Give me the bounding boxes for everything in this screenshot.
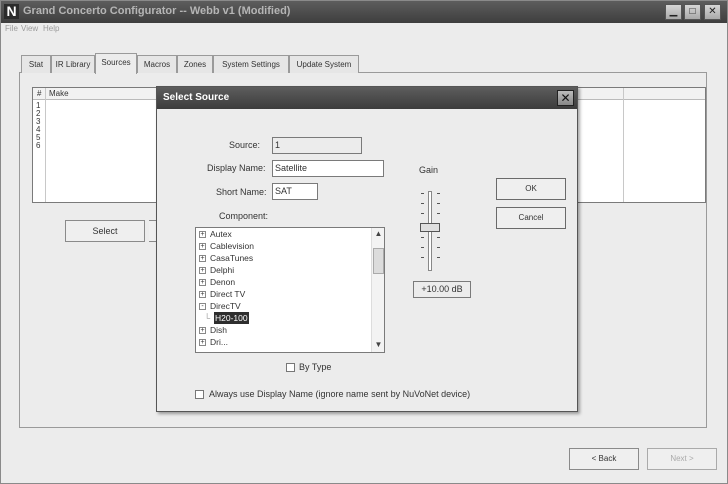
menu-view[interactable]: View [21, 24, 38, 33]
tree-item[interactable]: + Dish [196, 324, 372, 336]
always-use-display-name-checkbox[interactable] [195, 390, 204, 399]
component-label: Component: [219, 211, 269, 221]
tree-item[interactable]: + CasaTunes [196, 252, 372, 264]
close-button[interactable]: ✕ [704, 4, 721, 20]
short-name-label: Short Name: [216, 187, 267, 197]
source-field: 1 [272, 137, 362, 154]
tab-zones[interactable]: Zones [177, 55, 213, 73]
expand-icon[interactable]: + [199, 267, 206, 274]
tree-item-selected[interactable]: └ H20-100 [196, 312, 372, 324]
scroll-up-icon[interactable]: ▲ [373, 229, 384, 239]
expand-icon[interactable]: + [199, 243, 206, 250]
tree-scrollbar[interactable]: ▲ ▼ [371, 228, 384, 352]
next-button[interactable]: Next > [647, 448, 717, 470]
tree-item[interactable]: + Direct TV [196, 288, 372, 300]
expand-icon[interactable]: + [199, 327, 206, 334]
grid-header-make: Make [49, 89, 69, 98]
gain-slider-thumb[interactable] [420, 223, 440, 232]
tree-item-label: H20-100 [214, 312, 249, 324]
expand-icon[interactable]: + [199, 291, 206, 298]
tree-item-label: Autex [210, 229, 232, 239]
collapse-icon[interactable]: - [199, 303, 206, 310]
maximize-button[interactable]: □ [684, 4, 701, 20]
ok-button[interactable]: OK [496, 178, 566, 200]
expand-icon[interactable]: + [199, 279, 206, 286]
expand-icon[interactable]: + [199, 339, 206, 346]
display-name-label: Display Name: [207, 163, 266, 173]
grid-header-number: # [37, 89, 42, 98]
always-use-display-name-label: Always use Display Name (ignore name sen… [209, 389, 471, 399]
minimize-button[interactable]: ▁ [665, 4, 682, 20]
slider-tick [421, 203, 424, 204]
expand-icon[interactable]: + [199, 255, 206, 262]
slider-tick [437, 257, 440, 258]
slider-tick [421, 257, 424, 258]
select-source-dialog: Select Source ✕ Source: 1 Display Name: … [156, 86, 578, 412]
tab-macros[interactable]: Macros [137, 55, 177, 73]
tab-system-settings[interactable]: System Settings [213, 55, 289, 73]
expand-icon[interactable]: + [199, 231, 206, 238]
dialog-title-bar: Select Source ✕ [157, 87, 577, 109]
slider-tick [421, 193, 424, 194]
window-title: Grand Concerto Configurator -- Webb v1 (… [23, 5, 291, 17]
back-button[interactable]: < Back [569, 448, 639, 470]
tab-sources[interactable]: Sources [95, 53, 137, 74]
tree-branch-line: └ [204, 313, 211, 323]
menu-help[interactable]: Help [43, 24, 59, 33]
slider-tick [437, 247, 440, 248]
tree-item-label: Dish [210, 325, 228, 335]
slider-tick [421, 213, 424, 214]
tree-item[interactable]: + Dri... [196, 336, 372, 348]
scroll-thumb[interactable] [373, 248, 384, 274]
menu-bar: File View Help [1, 23, 727, 37]
tree-item-label: Delphi [210, 265, 235, 275]
tab-stat[interactable]: Stat [21, 55, 51, 73]
tab-ir-library[interactable]: IR Library [51, 55, 95, 73]
gain-value: +10.00 dB [413, 281, 471, 298]
tree-item-label: DirecTV [210, 301, 241, 311]
tree-item[interactable]: - DirecTV [196, 300, 372, 312]
display-name-field[interactable]: Satellite [272, 160, 384, 177]
dialog-title: Select Source [163, 92, 230, 103]
short-name-field[interactable]: SAT [272, 183, 318, 200]
tree-item-label: Cablevision [210, 241, 254, 251]
tree-item-label: Denon [210, 277, 236, 287]
source-label: Source: [229, 140, 261, 150]
slider-tick [437, 213, 440, 214]
tree-item[interactable]: + Delphi [196, 264, 372, 276]
tree-item[interactable]: + Autex [196, 228, 372, 240]
title-bar: N Grand Concerto Configurator -- Webb v1… [1, 1, 727, 23]
gain-label: Gain [419, 165, 439, 175]
tree-item-label: Direct TV [210, 289, 246, 299]
by-type-checkbox[interactable] [286, 363, 295, 372]
tree-item[interactable]: + Cablevision [196, 240, 372, 252]
select-button[interactable]: Select [65, 220, 145, 242]
slider-tick [421, 237, 424, 238]
app-icon: N [4, 4, 19, 19]
dialog-close-icon[interactable]: ✕ [557, 90, 574, 106]
tab-update-system[interactable]: Update System [289, 55, 359, 73]
tree-item-label: Dri... [210, 337, 228, 347]
row-number: 6 [36, 141, 41, 150]
slider-tick [421, 247, 424, 248]
slider-tick [437, 237, 440, 238]
scroll-down-icon[interactable]: ▼ [373, 340, 384, 350]
slider-tick [437, 203, 440, 204]
cancel-button[interactable]: Cancel [496, 207, 566, 229]
tree-item-label: CasaTunes [210, 253, 254, 263]
tree-item[interactable]: + Denon [196, 276, 372, 288]
component-tree[interactable]: + Autex + Cablevision + CasaTunes + Delp… [195, 227, 385, 353]
by-type-label: By Type [299, 362, 332, 372]
menu-file[interactable]: File [5, 24, 18, 33]
slider-tick [437, 193, 440, 194]
